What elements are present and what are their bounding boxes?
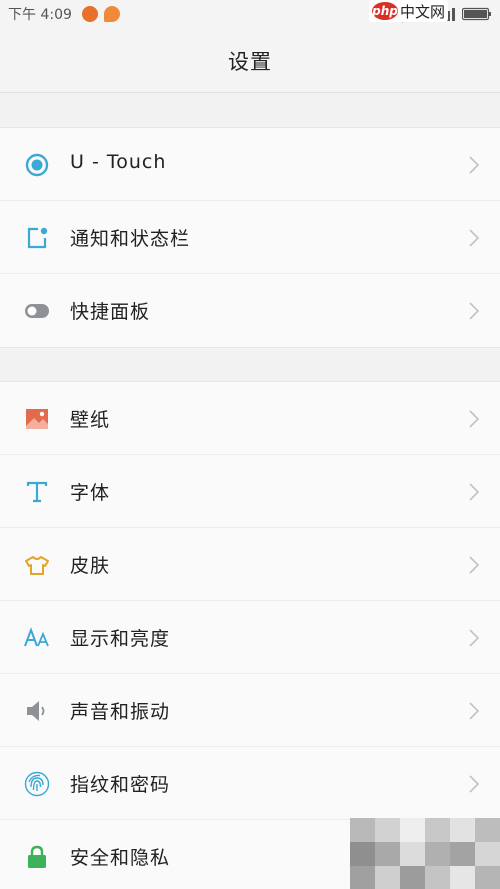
- display-icon: [24, 627, 49, 647]
- pixelated-overlay: [350, 818, 500, 889]
- chevron-right-icon: [469, 302, 480, 320]
- battery-icon: [462, 7, 491, 21]
- page-title: 设置: [228, 50, 272, 74]
- settings-item-sound[interactable]: 声音和振动: [0, 674, 500, 747]
- settings-item-fingerprint[interactable]: 指纹和密码: [0, 747, 500, 820]
- settings-item-label: 皮肤: [70, 555, 111, 577]
- watermark-text: 中文网: [399, 2, 445, 21]
- status-bar: 下午 4:09 php 中文网: [0, 0, 500, 28]
- watermark-badge: php: [371, 2, 398, 20]
- status-time: 下午 4:09: [8, 7, 72, 23]
- chevron-right-icon: [469, 629, 480, 647]
- chevron-right-icon: [469, 156, 480, 174]
- settings-item-utouch[interactable]: U - Touch: [0, 128, 500, 201]
- settings-item-label: 壁纸: [70, 409, 111, 431]
- settings-group-1: U - Touch 通知和状态栏 快捷面板: [0, 127, 500, 348]
- shirt-icon: [25, 556, 49, 575]
- settings-item-label: U - Touch: [70, 151, 167, 173]
- speaker-icon: [27, 701, 45, 721]
- wallpaper-icon: [26, 409, 48, 429]
- chevron-right-icon: [469, 702, 480, 720]
- weibo-notification-icon: [82, 6, 98, 22]
- lock-icon: [28, 845, 46, 868]
- settings-item-skin[interactable]: 皮肤: [0, 528, 500, 601]
- settings-item-label: 安全和隐私: [70, 847, 171, 869]
- settings-item-label: 快捷面板: [70, 301, 151, 323]
- settings-group-2: 壁纸 字体 皮肤 显示和亮度 声音和振动 指纹和密码 安全和隐私: [0, 381, 500, 889]
- title-bar: 设置: [0, 28, 500, 93]
- settings-screen: 下午 4:09 php 中文网 设置 U - Touch 通知和状态栏 快捷面板…: [0, 0, 500, 889]
- chevron-right-icon: [469, 775, 480, 793]
- settings-item-label: 字体: [70, 482, 111, 504]
- settings-item-notification[interactable]: 通知和状态栏: [0, 201, 500, 274]
- notification-icon: [27, 227, 48, 249]
- settings-item-label: 显示和亮度: [70, 628, 171, 650]
- settings-item-font[interactable]: 字体: [0, 455, 500, 528]
- fingerprint-icon: [24, 771, 50, 797]
- settings-item-label: 通知和状态栏: [70, 228, 191, 250]
- chevron-right-icon: [469, 483, 480, 501]
- message-notification-icon: [104, 6, 120, 22]
- settings-item-label: 指纹和密码: [70, 774, 171, 796]
- settings-item-display[interactable]: 显示和亮度: [0, 601, 500, 674]
- font-icon: [26, 481, 48, 503]
- settings-item-wallpaper[interactable]: 壁纸: [0, 382, 500, 455]
- utouch-icon: [25, 153, 49, 177]
- settings-item-quick-panel[interactable]: 快捷面板: [0, 274, 500, 347]
- toggle-icon: [25, 304, 49, 318]
- chevron-right-icon: [469, 556, 480, 574]
- chevron-right-icon: [469, 229, 480, 247]
- chevron-right-icon: [469, 410, 480, 428]
- settings-item-label: 声音和振动: [70, 701, 171, 723]
- watermark-logo: php 中文网: [368, 0, 448, 22]
